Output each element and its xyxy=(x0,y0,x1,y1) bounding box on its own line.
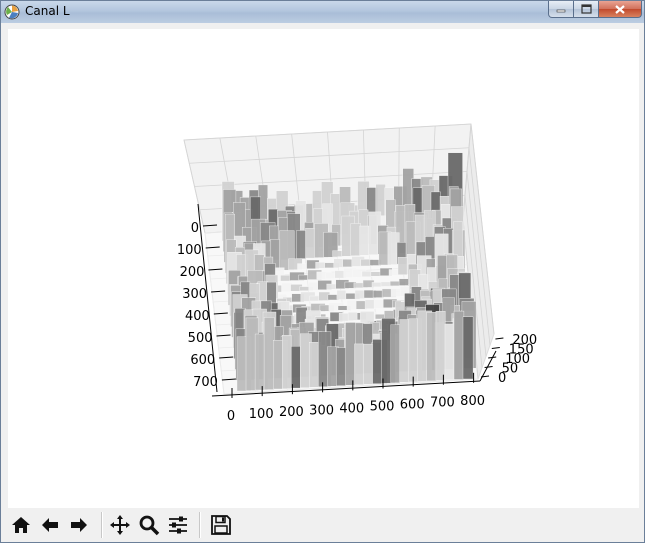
close-icon xyxy=(615,4,625,14)
y-tick-label: 100 xyxy=(177,243,202,258)
surface-plot-3d[interactable]: 0 100 200 300 400 500 600 700 0 100 200 300 400 500 6… xyxy=(8,29,639,508)
zoom-button[interactable] xyxy=(136,512,162,538)
maximize-button[interactable] xyxy=(574,1,599,18)
zoom-icon xyxy=(139,515,160,536)
y-tick-label: 700 xyxy=(193,375,218,390)
y-tick-label: 400 xyxy=(185,309,210,324)
surface-mesh xyxy=(221,152,477,392)
x-tick-label: 600 xyxy=(400,398,425,413)
x-tick-label: 800 xyxy=(460,394,485,409)
matplotlib-window: Canal L 0 100 200 300 400 500 600 700 0 … xyxy=(0,0,645,543)
configure-subplots-icon xyxy=(169,516,187,534)
x-tick-label: 700 xyxy=(430,396,455,411)
x-tick-label: 200 xyxy=(279,405,304,420)
back-button[interactable] xyxy=(37,512,63,538)
minimize-button[interactable] xyxy=(548,1,574,18)
window-title: Canal L xyxy=(25,4,70,18)
y-tick-label: 600 xyxy=(190,353,215,368)
x-tick-label: 300 xyxy=(309,403,334,418)
y-tick-label: 200 xyxy=(180,265,205,280)
x-tick-label: 400 xyxy=(339,401,364,416)
y-tick-label: 300 xyxy=(182,287,207,302)
y-tick-label: 500 xyxy=(188,331,213,346)
x-tick-label: 100 xyxy=(249,407,274,422)
forward-button[interactable] xyxy=(66,512,92,538)
back-arrow-icon xyxy=(42,518,58,532)
pan-button[interactable] xyxy=(107,512,133,538)
save-icon xyxy=(211,515,231,535)
app-icon xyxy=(4,4,20,20)
pan-icon xyxy=(110,515,130,535)
title-bar[interactable]: Canal L xyxy=(1,1,644,23)
close-button[interactable] xyxy=(599,1,642,18)
save-button[interactable] xyxy=(208,512,234,538)
toolbar-separator xyxy=(101,512,103,538)
minimize-icon xyxy=(556,9,566,13)
maximize-icon xyxy=(580,4,592,14)
y-tick-label: 0 xyxy=(191,221,199,236)
z-tick-label: 200 xyxy=(512,333,537,348)
toolbar-separator xyxy=(199,512,201,538)
forward-arrow-icon xyxy=(71,518,87,532)
home-button[interactable] xyxy=(8,512,34,538)
home-icon xyxy=(12,517,30,533)
configure-subplots-button[interactable] xyxy=(165,512,191,538)
x-tick-label: 500 xyxy=(370,400,395,415)
figure-canvas[interactable]: 0 100 200 300 400 500 600 700 0 100 200 300 400 500 6… xyxy=(8,29,639,508)
navigation-toolbar xyxy=(8,508,639,542)
x-tick-label: 0 xyxy=(227,409,235,424)
